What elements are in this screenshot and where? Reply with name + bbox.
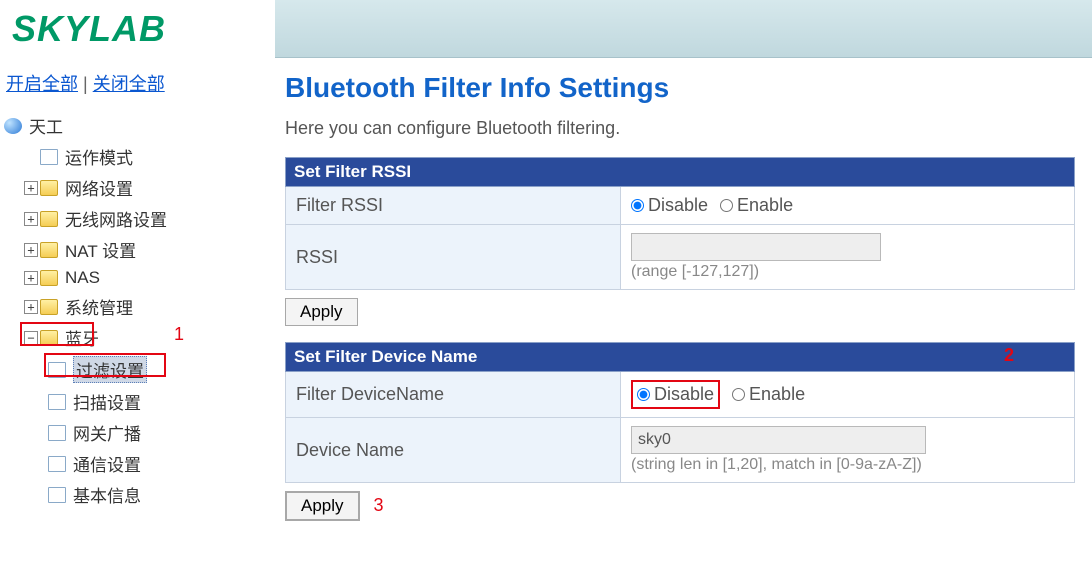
tree-item-wireless[interactable]: + 无线网路设置 (4, 203, 267, 234)
filter-rssi-disable-option[interactable]: Disable (631, 195, 708, 216)
devicename-input[interactable] (631, 426, 926, 454)
filter-rssi-table: Set Filter RSSI Filter RSSI Disable Enab… (285, 157, 1075, 290)
page-icon (48, 394, 66, 410)
filter-rssi-enable-radio[interactable] (720, 199, 733, 212)
expand-toggle-icon[interactable]: + (24, 243, 38, 257)
tree-item-nas[interactable]: + NAS (4, 265, 267, 291)
apply-devicename-button[interactable]: Apply (285, 491, 360, 521)
expand-toggle-icon[interactable]: + (24, 271, 38, 285)
expand-toggle-icon[interactable]: + (24, 181, 38, 195)
logo-cell: SKYLAB (0, 0, 275, 58)
nav-tree: 天工 运作模式 + 网络设置 + 无线网路设置 + NAT 设置 (4, 110, 267, 510)
tree-item-label: 运作模式 (65, 144, 133, 169)
apply-rssi-button[interactable]: Apply (285, 298, 358, 326)
radio-label-disable: Disable (654, 384, 714, 405)
rssi-label: RSSI (286, 225, 621, 290)
folder-icon (40, 242, 58, 258)
open-all-link[interactable]: 开启全部 (6, 74, 78, 94)
close-all-link[interactable]: 关闭全部 (93, 74, 165, 94)
tree-expand-links: 开启全部 | 关闭全部 (4, 70, 267, 96)
filter-rssi-radio-group: Disable Enable (631, 195, 1064, 216)
page-icon (40, 149, 58, 165)
section-header-devicename-text: Set Filter Device Name (294, 347, 477, 366)
tree-item-label: 网关广播 (73, 420, 141, 445)
devicename-label: Device Name (286, 418, 621, 483)
devicename-hint: (string len in [1,20], match in [0-9a-zA… (631, 456, 1064, 474)
filter-rssi-enable-option[interactable]: Enable (720, 195, 793, 216)
globe-icon (4, 118, 22, 134)
tree-leaf-icon (24, 150, 38, 164)
header-bar (275, 0, 1092, 58)
expand-toggle-icon[interactable]: + (24, 212, 38, 226)
tree-root-label: 天工 (29, 113, 63, 138)
page-icon (48, 487, 66, 503)
filter-devicename-enable-option[interactable]: Enable (732, 384, 805, 405)
tree-item-bluetooth[interactable]: − 蓝牙 1 (4, 322, 267, 353)
folder-icon (40, 299, 58, 315)
rssi-input[interactable] (631, 233, 881, 261)
tree-item-label: 网络设置 (65, 175, 133, 200)
tree-item-scan-settings[interactable]: 扫描设置 (4, 386, 267, 417)
main-content: Bluetooth Filter Info Settings Here you … (275, 58, 1092, 541)
page-title: Bluetooth Filter Info Settings (285, 72, 1092, 104)
section-header-rssi: Set Filter RSSI (286, 158, 1075, 187)
filter-devicename-radio-group: Disable Enable (631, 380, 1064, 409)
tree-item-label: 通信设置 (73, 451, 141, 476)
page-icon (48, 456, 66, 472)
tree-item-label: 基本信息 (73, 482, 141, 507)
folder-icon (40, 211, 58, 227)
separator: | (83, 74, 93, 94)
sidebar: 开启全部 | 关闭全部 天工 运作模式 + 网络设置 + 无线网 (0, 58, 275, 541)
tree-item-label: NAT 设置 (65, 237, 136, 262)
tree-root[interactable]: 天工 (4, 110, 267, 141)
tree-item-nat[interactable]: + NAT 设置 (4, 234, 267, 265)
tree-item-label: 扫描设置 (73, 389, 141, 414)
filter-devicename-label: Filter DeviceName (286, 372, 621, 418)
app-header: SKYLAB (0, 0, 1092, 58)
annotation-box-bluetooth (20, 322, 94, 346)
filter-devicename-disable-option[interactable]: Disable (631, 380, 720, 409)
tree-item-filter-settings[interactable]: 过滤设置 (4, 353, 267, 386)
page-icon (48, 425, 66, 441)
logo: SKYLAB (12, 8, 166, 50)
tree-item-mode[interactable]: 运作模式 (4, 141, 267, 172)
tree-item-network[interactable]: + 网络设置 (4, 172, 267, 203)
expand-toggle-icon[interactable]: + (24, 300, 38, 314)
section-header-devicename: Set Filter Device Name 2 (286, 343, 1075, 372)
page-description: Here you can configure Bluetooth filteri… (285, 118, 1092, 139)
tree-item-label: 系统管理 (65, 294, 133, 319)
annotation-number-1: 1 (174, 324, 184, 345)
filter-rssi-disable-radio[interactable] (631, 199, 644, 212)
filter-devicename-table: Set Filter Device Name 2 Filter DeviceNa… (285, 342, 1075, 483)
annotation-number-2: 2 (1004, 345, 1014, 366)
tree-item-comm-settings[interactable]: 通信设置 (4, 448, 267, 479)
filter-devicename-disable-radio[interactable] (637, 388, 650, 401)
filter-devicename-enable-radio[interactable] (732, 388, 745, 401)
tree-item-basic-info[interactable]: 基本信息 (4, 479, 267, 510)
radio-label-disable: Disable (648, 195, 708, 216)
tree-item-gateway-broadcast[interactable]: 网关广播 (4, 417, 267, 448)
radio-label-enable: Enable (749, 384, 805, 405)
tree-item-label: NAS (65, 268, 100, 288)
folder-icon (40, 270, 58, 286)
filter-rssi-label: Filter RSSI (286, 187, 621, 225)
rssi-hint: (range [-127,127]) (631, 263, 1064, 281)
annotation-number-3: 3 (374, 495, 384, 516)
folder-icon (40, 180, 58, 196)
radio-label-enable: Enable (737, 195, 793, 216)
tree-item-label: 无线网路设置 (65, 206, 167, 231)
annotation-box-filter (44, 353, 166, 377)
tree-item-sysmgmt[interactable]: + 系统管理 (4, 291, 267, 322)
